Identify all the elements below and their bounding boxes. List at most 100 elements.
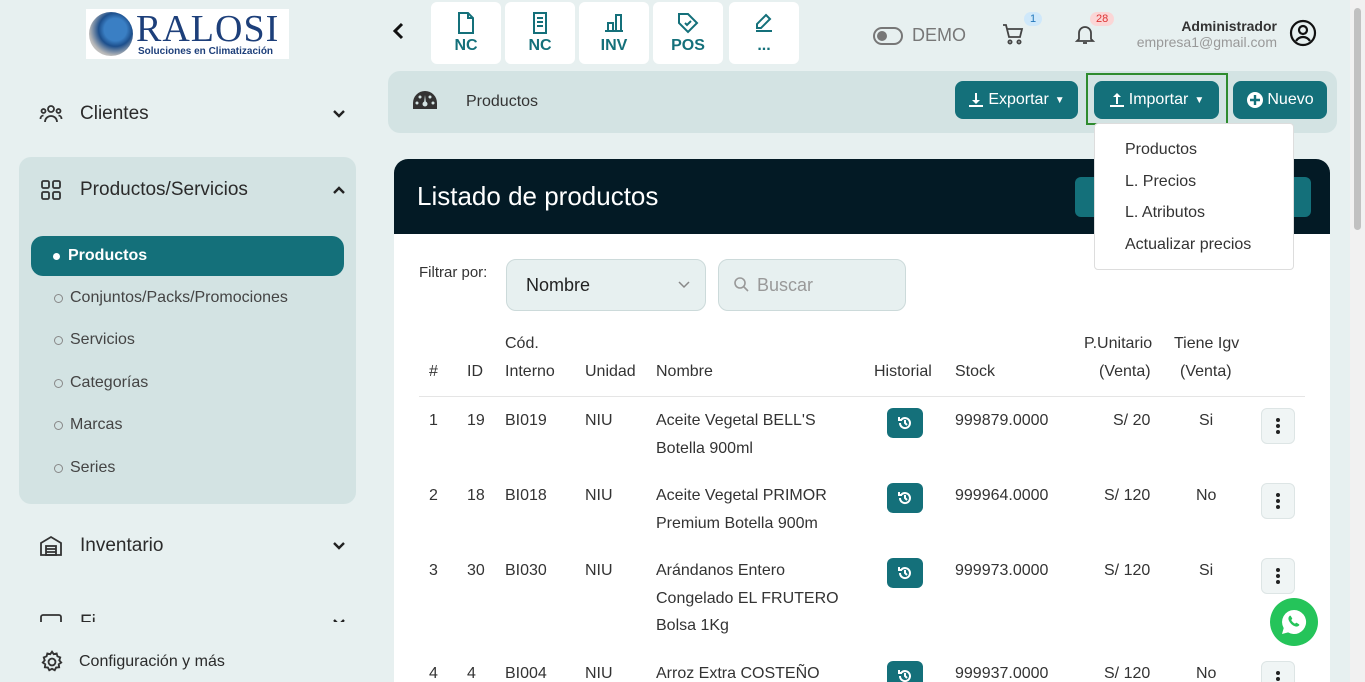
sidebar-label: Inventario [80, 535, 164, 556]
user-avatar[interactable] [1289, 19, 1317, 52]
new-button[interactable]: Nuevo [1233, 81, 1327, 119]
cart-button[interactable] [1001, 22, 1025, 51]
edit-icon [756, 13, 772, 32]
search-placeholder: Buscar [757, 275, 814, 295]
quick-nc-debit-button[interactable]: NC [505, 2, 575, 64]
logo-globe-icon [89, 12, 133, 56]
sidebar: RALOSI Soluciones en Climatización Clien… [0, 0, 376, 682]
file-icon [458, 12, 474, 34]
sidebar-item-clipped[interactable]: Fi [38, 604, 348, 622]
sidebar-item-clientes[interactable]: Clientes [38, 101, 348, 127]
history-button[interactable] [887, 483, 923, 513]
import-dropdown-menu: Productos L. Precios L. Atributos Actual… [1094, 123, 1294, 270]
page-scrollbar[interactable] [1350, 0, 1365, 682]
row-actions-button[interactable] [1261, 483, 1295, 519]
new-label: Nuevo [1267, 91, 1314, 108]
back-chevron-icon[interactable] [392, 20, 406, 46]
cell-cod: BI019 [505, 412, 547, 429]
row-actions-button[interactable] [1261, 661, 1295, 682]
cell-cod: BI004 [505, 665, 547, 682]
quick-inv-button[interactable]: INV [579, 2, 649, 64]
cell-igv: No [1196, 487, 1217, 504]
dropdown-item-productos[interactable]: Productos [1125, 141, 1197, 159]
sidebar-subitem-productos[interactable]: Productos [31, 236, 344, 276]
row-actions-button[interactable] [1261, 408, 1295, 444]
quick-label: NC [454, 37, 478, 54]
cell-precio: S/ 20 [1113, 412, 1151, 429]
dropdown-item-actualizar-precios[interactable]: Actualizar precios [1125, 236, 1251, 254]
quick-nc-credit-button[interactable]: NC [431, 2, 501, 64]
inventory-icon [605, 14, 623, 32]
sidebar-subitem-marcas[interactable]: Marcas [54, 416, 122, 434]
cell-igv: Si [1199, 412, 1214, 429]
col-header-unidad: Unidad [585, 363, 636, 380]
quick-more-button[interactable]: ... [729, 2, 799, 64]
whatsapp-button[interactable] [1270, 598, 1318, 646]
sidebar-subitem-servicios[interactable]: Servicios [54, 331, 135, 349]
toggle-icon [873, 26, 903, 45]
download-icon [969, 93, 984, 107]
history-button[interactable] [887, 558, 923, 588]
col-header-igv-1: Tiene Igv [1174, 335, 1240, 352]
col-header-stock: Stock [955, 363, 996, 380]
sidebar-subitem-conjuntos[interactable]: Conjuntos/Packs/Promociones [54, 289, 288, 307]
caret-down-icon: ▼ [1194, 94, 1205, 106]
cell-stock: 999973.0000 [955, 562, 1049, 579]
cell-nombre-2: Premium Botella 900m [656, 515, 818, 532]
sidebar-item-productos-servicios[interactable]: Productos/Servicios [38, 177, 348, 203]
history-icon [898, 567, 911, 580]
col-header-pu-1: P.Unitario [1084, 335, 1153, 352]
history-button[interactable] [887, 661, 923, 682]
quick-pos-button[interactable]: POS [653, 2, 723, 64]
chevron-down-icon [677, 276, 691, 292]
user-info[interactable]: Administrador empresa1@gmail.com [1137, 18, 1277, 50]
sidebar-item-inventario[interactable]: Inventario [38, 533, 348, 559]
page-title: Productos [466, 93, 539, 110]
finance-icon [38, 610, 64, 622]
col-header-id: ID [467, 363, 483, 380]
cell-num: 3 [429, 562, 438, 579]
demo-toggle[interactable]: DEMO [873, 25, 966, 46]
cart-badge: 1 [1024, 12, 1043, 26]
cell-nombre-1: Arándanos Entero [656, 562, 785, 579]
cell-id: 19 [467, 412, 485, 429]
dropdown-item-atributos[interactable]: L. Atributos [1125, 204, 1205, 222]
row-actions-button[interactable] [1261, 558, 1295, 594]
more-vertical-icon [1276, 493, 1280, 509]
filter-select[interactable]: Nombre [506, 259, 706, 311]
cell-cod: BI018 [505, 487, 547, 504]
bell-icon [1074, 26, 1096, 44]
cell-unidad: NIU [585, 562, 613, 579]
sidebar-item-finanzas[interactable]: Fi [38, 610, 348, 622]
sidebar-config[interactable]: Configuración y más [38, 641, 368, 682]
chevron-up-icon [332, 182, 346, 198]
sidebar-subitem-series[interactable]: Series [54, 459, 115, 477]
warehouse-icon [38, 533, 64, 559]
cell-nombre-1: Aceite Vegetal BELL'S [656, 412, 816, 429]
col-header-cod-2: Interno [505, 363, 555, 380]
cell-num: 1 [429, 412, 438, 429]
notifications-button[interactable] [1073, 22, 1097, 51]
search-input[interactable]: Buscar [718, 259, 906, 311]
quick-label: POS [671, 37, 705, 54]
whatsapp-icon [1282, 609, 1307, 634]
logo-brand: RALOSI [136, 8, 280, 50]
company-logo[interactable]: RALOSI Soluciones en Climatización [86, 9, 289, 59]
filter-select-value: Nombre [526, 275, 591, 295]
cell-stock: 999937.0000 [955, 665, 1049, 682]
cell-nombre-2: Congelado EL FRUTERO [656, 590, 839, 607]
tag-icon [678, 13, 699, 34]
dropdown-item-precios[interactable]: L. Precios [1125, 173, 1196, 191]
export-button[interactable]: Exportar ▼ [955, 81, 1078, 119]
scrollbar-thumb[interactable] [1354, 8, 1361, 230]
history-icon [898, 417, 911, 430]
gear-icon [38, 648, 66, 676]
grid-icon [38, 177, 64, 203]
user-name: Administrador [1181, 18, 1277, 34]
import-button[interactable]: Importar ▼ [1094, 81, 1219, 119]
chevron-down-icon [332, 106, 346, 122]
card-title: Listado de productos [417, 181, 659, 211]
cell-id: 30 [467, 562, 485, 579]
sidebar-subitem-categorias[interactable]: Categorías [54, 374, 148, 392]
history-button[interactable] [887, 408, 923, 438]
